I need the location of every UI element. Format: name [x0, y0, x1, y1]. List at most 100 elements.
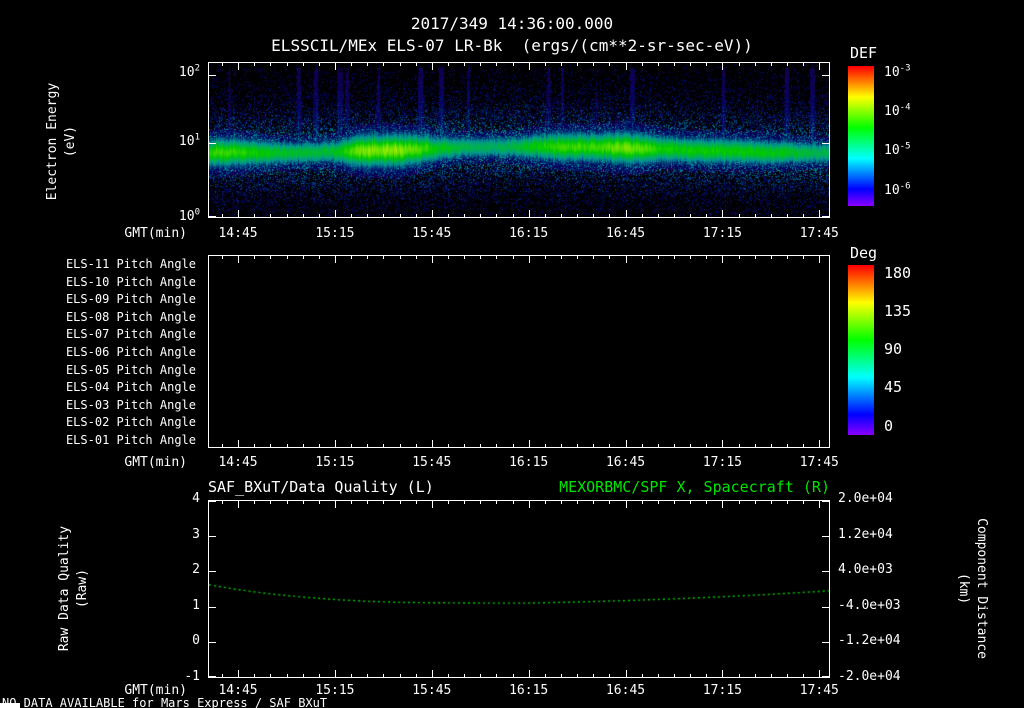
def-colorbar-tick-label: 10-6	[884, 181, 911, 198]
distance-y-tick-label: 2.0e+04	[838, 491, 893, 506]
axis-tick-mark	[209, 216, 216, 217]
axis-tick-mark	[609, 63, 611, 66]
axis-tick-mark	[561, 501, 562, 504]
axis-tick-mark	[528, 63, 530, 70]
axis-tick-mark	[609, 501, 611, 504]
x-tick-label: 17:45	[799, 683, 839, 698]
pitch-angle-row-label: ELS-06 Pitch Angle	[65, 345, 196, 359]
axis-tick-mark	[609, 674, 611, 677]
deg-colorbar-tick-label: 135	[884, 301, 912, 320]
axis-tick-mark	[334, 63, 336, 70]
axis-tick-mark	[221, 214, 223, 217]
axis-tick-mark	[803, 674, 805, 677]
axis-tick-mark	[512, 214, 514, 217]
axis-tick-mark	[334, 501, 336, 508]
axis-tick-mark	[286, 501, 288, 504]
axis-tick-mark	[415, 674, 417, 677]
x-tick-label: 15:15	[315, 455, 355, 470]
electron-energy-spectrogram	[208, 62, 830, 218]
axis-tick-mark	[593, 214, 595, 217]
axis-tick-mark	[593, 501, 595, 504]
axis-tick-mark	[754, 674, 756, 677]
axis-tick-mark	[770, 501, 772, 504]
axis-tick-mark	[641, 63, 643, 66]
axis-tick-mark	[318, 444, 320, 447]
axis-tick-mark	[625, 210, 627, 217]
axis-tick-mark	[641, 214, 643, 217]
axis-tick-mark	[657, 501, 659, 504]
axis-tick-mark	[221, 444, 223, 447]
axis-tick-mark	[221, 674, 223, 677]
deg-colorbar-tick-label: 45	[884, 378, 903, 397]
axis-tick-mark	[819, 440, 821, 447]
axis-tick-mark	[480, 501, 482, 504]
bottom-panel-left-title: SAF_BXuT/Data Quality (L)	[208, 478, 434, 496]
axis-tick-mark	[528, 501, 530, 508]
axis-tick-mark	[351, 63, 353, 66]
axis-tick-mark	[238, 210, 240, 217]
axis-tick-mark	[270, 674, 272, 677]
axis-tick-mark	[803, 214, 805, 217]
axis-tick-mark	[448, 63, 449, 66]
axis-tick-mark	[286, 256, 288, 259]
axis-tick-mark	[787, 444, 788, 447]
axis-tick-mark	[674, 501, 675, 504]
axis-tick-mark	[480, 214, 482, 217]
pitch-angle-row-label: ELS-09 Pitch Angle	[65, 292, 196, 307]
axis-tick-mark	[544, 444, 546, 447]
axis-tick-mark	[770, 674, 772, 677]
axis-tick-mark	[822, 501, 829, 502]
deg-colorbar	[848, 265, 874, 435]
axis-tick-mark	[209, 641, 216, 643]
axis-tick-mark	[286, 674, 288, 677]
axis-tick-mark	[593, 674, 595, 677]
axis-tick-mark	[238, 440, 240, 447]
axis-tick-mark	[431, 670, 433, 677]
axis-tick-mark	[318, 256, 320, 259]
x-tick-label: 15:45	[412, 226, 452, 241]
axis-tick-mark	[822, 143, 829, 145]
axis-tick-mark	[221, 63, 223, 66]
axis-tick-mark	[625, 63, 627, 70]
axis-tick-mark	[399, 674, 401, 677]
axis-tick-mark	[787, 501, 788, 504]
axis-tick-mark	[577, 501, 579, 504]
axis-tick-mark	[238, 63, 240, 70]
axis-tick-mark	[787, 256, 788, 259]
axis-tick-mark	[302, 674, 304, 677]
no-data-message: NO DATA AVAILABLE for Mars Express / SAF…	[2, 696, 328, 708]
def-colorbar-tick-label: 10-5	[884, 142, 911, 159]
axis-tick-mark	[270, 63, 272, 66]
axis-tick-mark	[367, 674, 369, 677]
axis-tick-mark	[561, 63, 562, 66]
axis-tick-mark	[351, 501, 353, 504]
axis-tick-mark	[318, 214, 320, 217]
x-tick-label: 17:45	[799, 226, 839, 241]
axis-tick-mark	[819, 210, 821, 217]
axis-tick-mark	[383, 674, 385, 677]
quality-y-tick-label: 4	[192, 491, 200, 506]
quality-y-axis-label: Raw Data Quality (Raw)	[57, 526, 91, 652]
axis-tick-mark	[544, 256, 546, 259]
axis-tick-mark	[480, 674, 482, 677]
axis-tick-mark	[593, 256, 595, 259]
deg-colorbar-tick-label: 180	[884, 263, 912, 282]
axis-tick-mark	[318, 63, 320, 66]
axis-tick-mark	[770, 256, 772, 259]
x-tick-label: 17:15	[702, 455, 742, 470]
axis-tick-mark	[512, 444, 514, 447]
energy-y-tick-label: 101	[178, 132, 200, 150]
axis-tick-mark	[302, 501, 304, 504]
axis-tick-mark	[351, 444, 353, 447]
def-colorbar-title: DEF	[850, 44, 878, 62]
axis-tick-mark	[254, 444, 256, 447]
axis-tick-mark	[544, 501, 546, 504]
axis-tick-mark	[657, 214, 659, 217]
axis-tick-mark	[367, 501, 369, 504]
axis-tick-mark	[464, 256, 466, 259]
x-tick-label: 16:45	[605, 226, 646, 241]
axis-tick-mark	[480, 256, 482, 259]
axis-tick-mark	[480, 63, 482, 66]
axis-tick-mark	[690, 444, 692, 447]
axis-tick-mark	[674, 674, 675, 677]
